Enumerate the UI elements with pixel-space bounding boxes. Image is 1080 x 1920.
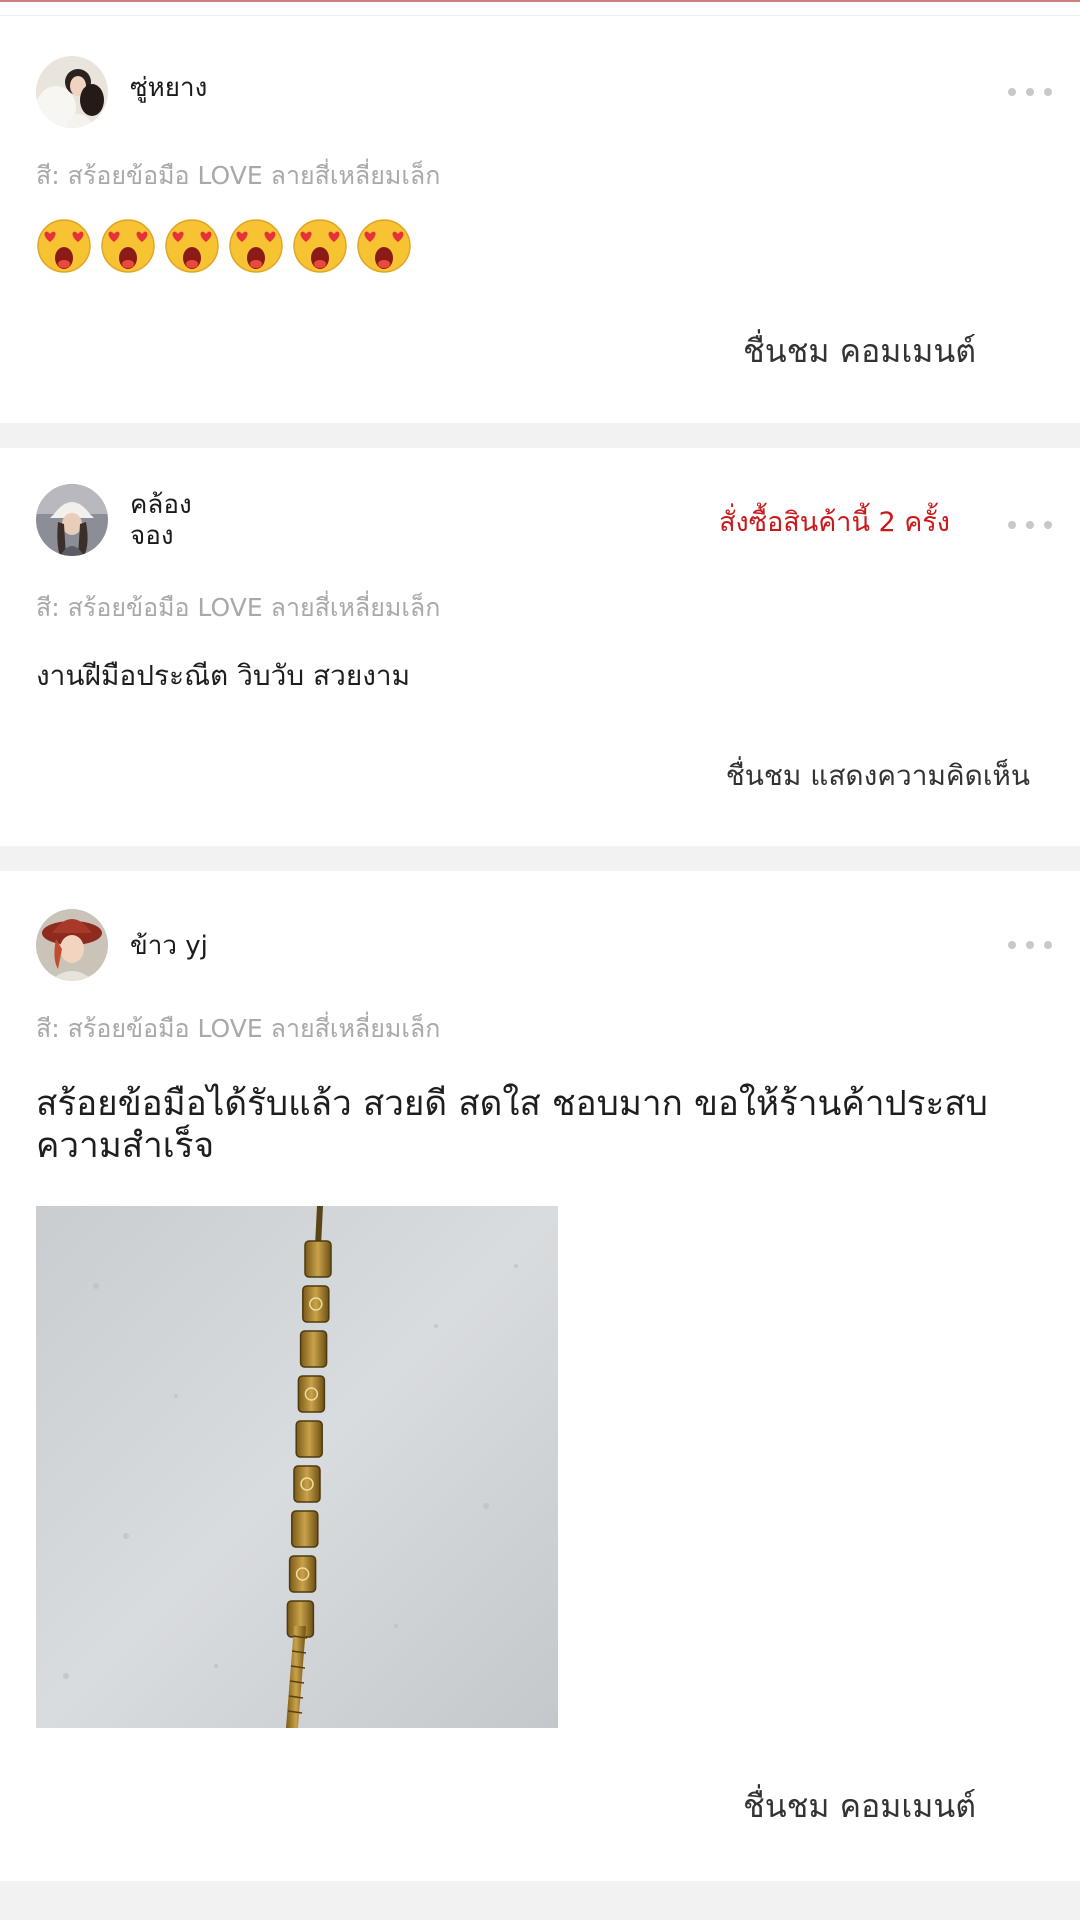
more-options-button[interactable] (1008, 938, 1052, 952)
like-comment-link[interactable]: ชื่นชม คอมเมนต์ (743, 1781, 976, 1832)
username[interactable]: ซู่หยาง (130, 73, 207, 104)
heart-eyes-emoji (292, 216, 348, 278)
avatar[interactable] (36, 909, 108, 981)
product-variant: สี: สร้อยข้อมือ LOVE ลายสี่เหลี่ยมเล็ก (36, 1014, 441, 1043)
bracelet-link (302, 1285, 330, 1323)
product-variant: สี: สร้อยข้อมือ LOVE ลายสี่เหลี่ยมเล็ก (36, 161, 441, 190)
more-dots-icon (1008, 941, 1016, 949)
username[interactable]: คล้อง จอง (130, 490, 192, 552)
avatar[interactable] (36, 484, 108, 556)
top-spacer (0, 2, 1080, 16)
bracelet-link (304, 1240, 332, 1278)
heart-eyes-emoji (228, 216, 284, 278)
bracelet-link (293, 1465, 321, 1503)
like-comment-link[interactable]: ชื่นชม คอมเมนต์ (743, 326, 976, 377)
bracelet-link (288, 1555, 317, 1593)
review-card: ข้าว yj สี: สร้อยข้อมือ LOVE ลายสี่เหลี่… (0, 871, 1080, 1881)
bracelet-link (295, 1420, 323, 1458)
purchase-count-badge: สั่งซื้อสินค้านี้ 2 ครั้ง (719, 507, 950, 538)
more-dots-icon (1008, 88, 1016, 96)
heart-eyes-emoji (36, 216, 92, 278)
more-options-button[interactable] (1008, 85, 1052, 99)
like-comment-link[interactable]: ชื่นชม แสดงความคิดเห็น (726, 754, 1030, 798)
review-emojis (36, 216, 412, 278)
review-text: งานฝีมือประณีต วิบวับ สวยงาม (36, 659, 411, 692)
bracelet-link (299, 1330, 328, 1368)
heart-eyes-emoji (100, 216, 156, 278)
more-dots-icon (1008, 521, 1016, 529)
bracelet-link (297, 1375, 326, 1413)
bracelet-link (291, 1510, 319, 1548)
gold-bracelet-photo[interactable] (36, 1206, 558, 1728)
review-text: สร้อยข้อมือได้รับแล้ว สวยดี สดใส ชอบมาก … (36, 1084, 988, 1166)
review-card: คล้อง จอง สั่งซื้อสินค้านี้ 2 ครั้ง สี: … (0, 448, 1080, 846)
more-options-button[interactable] (1008, 518, 1052, 532)
heart-eyes-emoji (164, 216, 220, 278)
avatar[interactable] (36, 56, 108, 128)
product-variant: สี: สร้อยข้อมือ LOVE ลายสี่เหลี่ยมเล็ก (36, 593, 441, 622)
review-card: ซู่หยาง สี: สร้อยข้อมือ LOVE ลายสี่เหลี่… (0, 16, 1080, 423)
username[interactable]: ข้าว yj (130, 931, 208, 962)
heart-eyes-emoji (356, 216, 412, 278)
